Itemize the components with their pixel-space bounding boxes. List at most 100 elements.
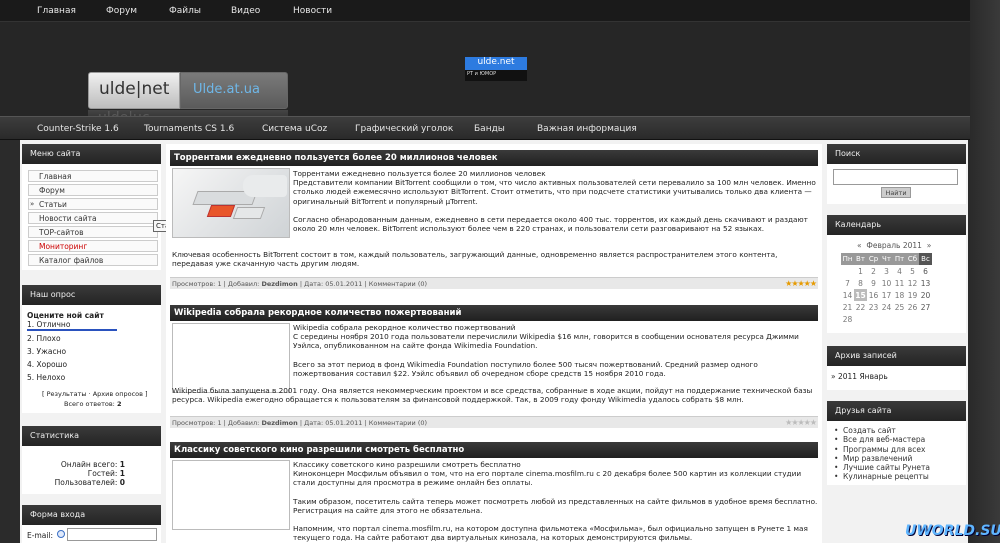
friends-list: Создать сайт Все для веб-мастера Програм… (831, 426, 930, 482)
topnav-news[interactable]: Новости (293, 6, 332, 16)
calendar-prev[interactable]: « (857, 241, 862, 250)
poll-total: Всего ответов: 2 (64, 400, 121, 408)
news-title-2[interactable]: Wikipedia собрала рекордное количество п… (170, 305, 818, 321)
poll-option-1[interactable]: 1. Отлично (27, 320, 70, 329)
news-1-p4: Ключевая особенность BitTorrent состоит … (172, 250, 778, 269)
friends-header: Друзья сайта (827, 401, 966, 421)
poll-option-3[interactable]: 3. Ужасно (27, 347, 66, 356)
topnav-home[interactable]: Главная (37, 6, 76, 16)
catnav-graphics[interactable]: Графический уголок (355, 124, 453, 134)
calendar-day: 18 (894, 290, 905, 300)
calendar-day: 10 (881, 278, 892, 288)
news-1-p2: Представители компании BitTorrent сообщи… (293, 178, 816, 206)
calendar-next[interactable]: » (927, 241, 932, 250)
catnav-tournaments[interactable]: Tournaments CS 1.6 (144, 124, 234, 134)
menu-item-site-news[interactable]: Новости сайта (28, 212, 158, 224)
date-label: Дата: (304, 280, 324, 288)
friend-link[interactable]: Все для веб-мастера (831, 435, 930, 445)
site-header: ulde|net Ulde.at.ua ulde|uc ulde.net РТ … (0, 22, 970, 126)
user-icon (57, 530, 65, 538)
friend-link[interactable]: Лучшие сайты Рунета (831, 463, 930, 473)
news-title-1[interactable]: Торрентами ежедневно пользуется более 20… (170, 150, 818, 166)
poll-links[interactable]: [ Результаты · Архив опросов ] (42, 390, 148, 398)
author-link[interactable]: Dezdimon (261, 419, 297, 427)
email-field[interactable] (67, 528, 157, 541)
news-2-meta: Просмотров: 1 | Добавил: Dezdimon | Дата… (170, 416, 818, 428)
calendar-day: 28 (842, 314, 853, 324)
date-label: Дата: (304, 419, 324, 427)
site-logo[interactable]: ulde|net Ulde.at.ua ulde|uc (88, 50, 288, 126)
news-title-3[interactable]: Классику советского кино разрешили смотр… (170, 442, 818, 458)
rating-stars[interactable]: ★★★★★ (785, 278, 817, 290)
date-value: 05.01.2011 (325, 419, 363, 427)
friend-link[interactable]: Кулинарные рецепты (831, 472, 930, 482)
header-banner[interactable]: ulde.net РТ и ЮМОР (465, 57, 527, 81)
topnav-video[interactable]: Видео (231, 6, 260, 16)
catnav-ucoz[interactable]: Система uCoz (262, 124, 327, 134)
calendar-day: 25 (894, 302, 905, 312)
watermark-logo: UWORLD.SU (905, 523, 1000, 539)
menu-item-monitoring[interactable]: Мониторинг (28, 240, 158, 252)
rating-stars[interactable]: ★★★★★ (785, 417, 817, 429)
friend-link[interactable]: Создать сайт (831, 426, 930, 436)
stats-guests-label: Гостей: (87, 469, 118, 478)
author-link[interactable]: Dezdimon (261, 280, 297, 288)
calendar-day: 1 (858, 266, 863, 276)
calendar-day: 21 (842, 302, 853, 312)
topnav-files[interactable]: Файлы (169, 6, 201, 16)
search-button[interactable]: Найти (881, 187, 911, 198)
calendar-day: 13 (920, 278, 931, 288)
orange-key (206, 205, 236, 217)
stats-users-label: Пользователей: (54, 478, 118, 487)
catnav-cs16[interactable]: Counter-Strike 1.6 (37, 124, 119, 134)
calendar-day: 7 (845, 278, 850, 288)
catnav-gangs[interactable]: Банды (474, 124, 505, 134)
news-1-meta: Просмотров: 1 | Добавил: Dezdimon | Дата… (170, 277, 818, 289)
poll-option-4[interactable]: 4. Хорошо (27, 360, 67, 369)
news-3-p2: Киноконцерн Мосфильм объявил о том, что … (293, 469, 802, 488)
menu-item-file-catalog[interactable]: Каталог файлов (28, 254, 158, 266)
poll-option-2[interactable]: 2. Плохо (27, 334, 61, 343)
friend-link[interactable]: Мир развлечений (831, 454, 930, 464)
stats-online-label: Онлайн всего: (60, 460, 118, 469)
menu-item-forum[interactable]: Форум (28, 184, 158, 196)
news-2-p2: С середины ноября 2010 года пользователи… (293, 332, 799, 351)
stats-guests-value: 1 (119, 469, 125, 478)
menu-item-top-sites[interactable]: TOP-сайтов (28, 226, 158, 238)
news-image-placeholder[interactable] (172, 323, 290, 393)
calendar-day: 12 (907, 278, 918, 288)
archive-header: Архив записей (827, 346, 966, 366)
friend-link[interactable]: Программы для всех (831, 445, 930, 455)
news-image-keyboard[interactable] (172, 168, 290, 238)
logo-sub-text: Ulde.at.ua (193, 82, 260, 97)
comments-link[interactable]: Комментарии (369, 280, 416, 288)
views-count: 1 (217, 280, 222, 288)
news-2-p1: Wikipedia собрала рекордное количество п… (293, 323, 516, 332)
calendar-day: 17 (881, 290, 892, 300)
archive-item[interactable]: » 2011 Январь (831, 372, 888, 381)
menu-item-home[interactable]: Главная (28, 170, 158, 182)
search-block: Найти (827, 164, 966, 204)
calendar-day: 27 (920, 302, 931, 312)
menu-item-articles[interactable]: » Статьи (28, 198, 158, 210)
date-value: 05.01.2011 (325, 280, 363, 288)
banner-title: ulde.net (465, 57, 527, 70)
day-header: Чт (880, 253, 893, 265)
friends-block: Создать сайт Все для веб-мастера Програм… (827, 421, 966, 485)
calendar-grid: Пн Вт Ср Чт Пт Сб Вс 123456 7 8 9 10 11 12 13 … (841, 253, 932, 325)
comments-link[interactable]: Комментарии (369, 419, 416, 427)
calendar-nav: « Февраль 2011 » (857, 241, 931, 250)
poll-option-5[interactable]: 5. Нелохо (27, 373, 65, 382)
site-menu: Главная Форум » Статьи Новости сайта TOP-… (22, 164, 161, 270)
catnav-important[interactable]: Важная информация (537, 124, 637, 134)
calendar-day-today[interactable]: 15 (854, 289, 867, 301)
topnav-forum[interactable]: Форум (106, 6, 137, 16)
finger-shape (243, 175, 287, 197)
calendar-month[interactable]: Февраль 2011 (866, 241, 922, 250)
category-nav: Counter-Strike 1.6 Tournaments CS 1.6 Си… (0, 116, 970, 140)
news-3-p1: Классику советского кино разрешили смотр… (293, 460, 521, 469)
news-image-placeholder[interactable] (172, 460, 290, 530)
email-label: E-mail: (27, 531, 54, 540)
search-input[interactable] (833, 169, 958, 185)
calendar-day: 8 (858, 278, 863, 288)
